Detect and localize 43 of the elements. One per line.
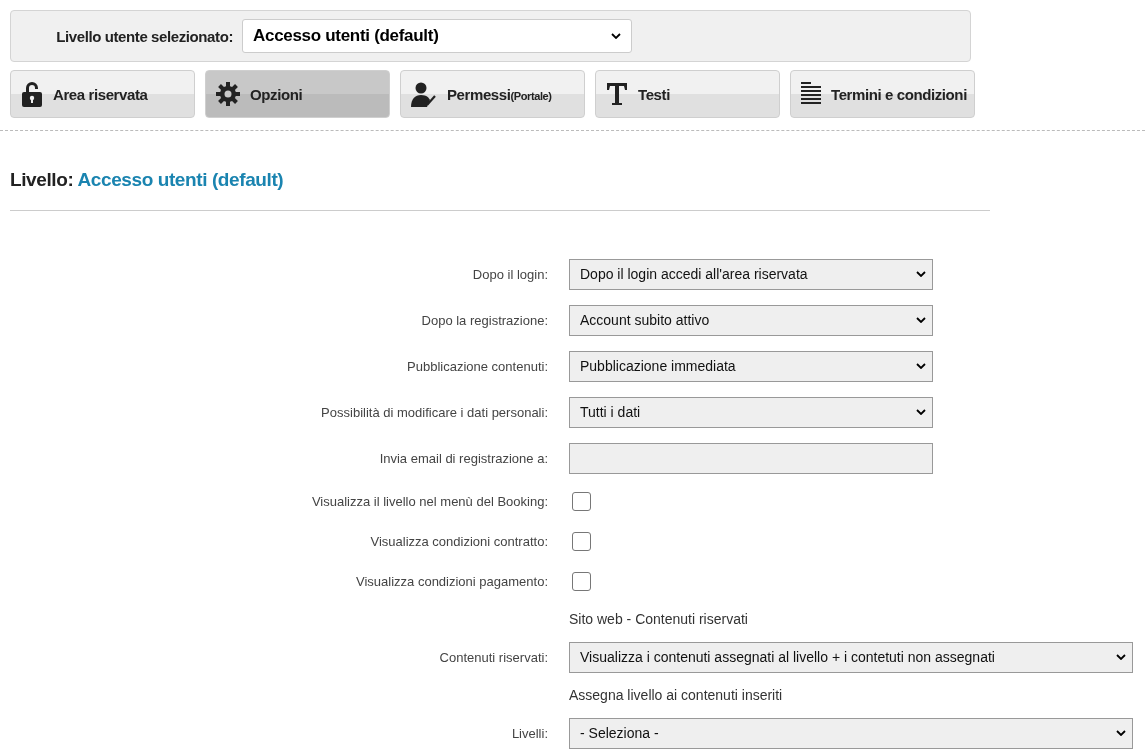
tab[interactable]: Termini e condizioni: [790, 70, 975, 118]
section-heading: Sito web - Contenuti riservati: [569, 611, 748, 627]
field-label: Visualizza il livello nel menù del Booking:: [311, 493, 548, 509]
section-heading: Assegna livello ai contenuti inseriti: [569, 687, 783, 703]
field-label: Visualizza condizioni pagamento:: [356, 573, 548, 589]
tab[interactable]: Area riservata: [10, 70, 195, 118]
field-label: Visualizza condizioni contratto:: [370, 533, 548, 549]
field-label: Invia email di registrazione a:: [379, 450, 548, 466]
heading-label: Livello:: [10, 169, 74, 190]
tab[interactable]: Permessi(Portale): [400, 70, 585, 118]
field-label: Possibilità di modificare i dati personali:: [321, 404, 548, 420]
level-dropdown[interactable]: Accesso utenti (default): [242, 19, 632, 53]
chevron-down-icon: [1116, 730, 1126, 736]
gear-icon: [216, 82, 240, 106]
chevron-down-icon: [1116, 654, 1126, 660]
dropdown[interactable]: Visualizza i contenuti assegnati al livello + i contetuti non assegnati: [569, 641, 1133, 673]
field-label: Dopo il login:: [472, 266, 548, 282]
checkbox[interactable]: [572, 531, 591, 551]
chevron-down-icon: [611, 33, 621, 39]
tab[interactable]: Testi: [595, 70, 780, 118]
padlock-icon: [21, 81, 43, 107]
field-label: Contenuti riservati:: [439, 649, 548, 665]
field-label: Dopo la registrazione:: [421, 312, 548, 328]
field-label: Livelli:: [511, 725, 548, 741]
chevron-down-icon: [916, 317, 926, 323]
chevron-down-icon: [916, 363, 926, 369]
field-label: Pubblicazione contenuti:: [407, 358, 548, 374]
chevron-down-icon: [916, 271, 926, 277]
dropdown[interactable]: Tutti i dati: [569, 396, 933, 428]
dropdown[interactable]: Dopo il login accedi all'area riservata: [569, 258, 933, 290]
user-check-icon: [411, 81, 437, 107]
text-format-icon: [606, 82, 628, 106]
heading-level-name: Accesso utenti (default): [77, 169, 284, 190]
chevron-down-icon: [916, 409, 926, 415]
email-input-field[interactable]: [569, 442, 933, 474]
dropdown[interactable]: - Seleziona -: [569, 717, 1133, 749]
checkbox[interactable]: [572, 571, 591, 591]
dropdown[interactable]: Account subito attivo: [569, 304, 933, 336]
level-selector-label: Livello utente selezionato:: [55, 27, 233, 45]
dropdown[interactable]: Pubblicazione immediata: [569, 350, 933, 382]
checkbox[interactable]: [572, 491, 591, 511]
tab[interactable]: Opzioni: [205, 70, 390, 118]
lines-icon: [801, 82, 821, 106]
